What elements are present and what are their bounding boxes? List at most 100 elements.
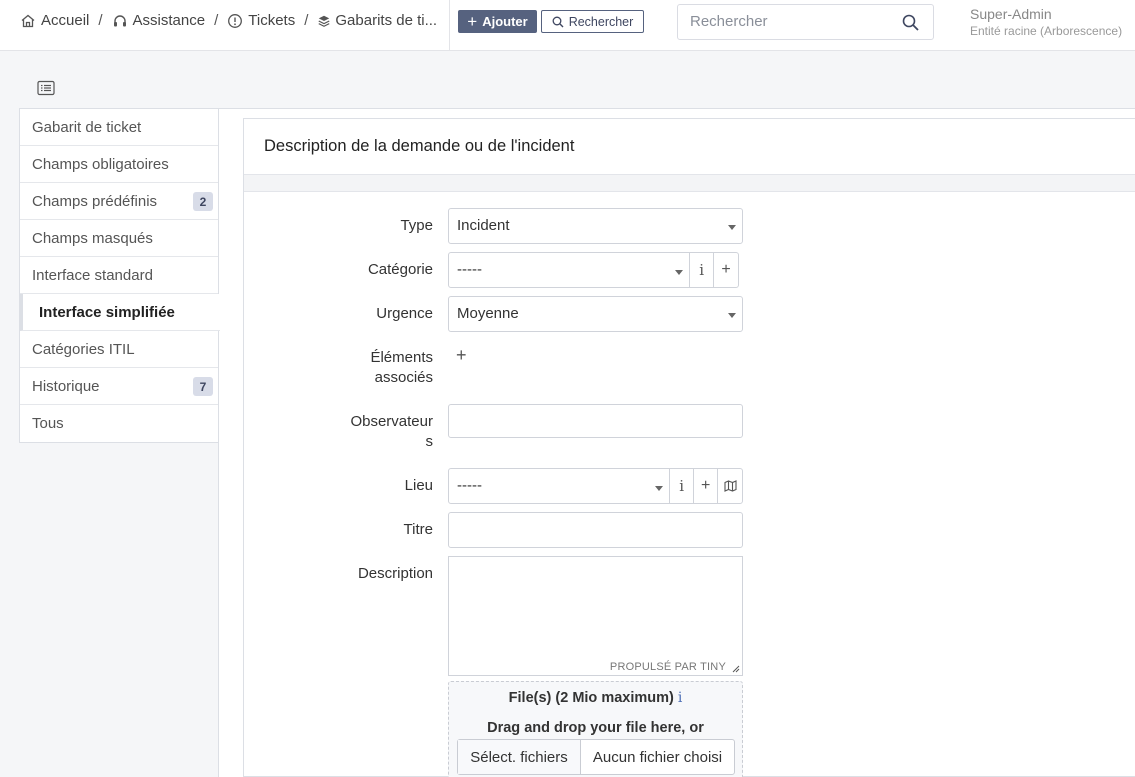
tab-champs-predefinis[interactable]: Champs prédéfinis 2: [20, 183, 218, 220]
tab-label: Historique: [32, 377, 100, 395]
category-value: -----: [457, 261, 482, 278]
breadcrumb-tickets[interactable]: Tickets: [227, 12, 295, 29]
tab-tous[interactable]: Tous: [20, 405, 218, 442]
tab-interface-simplifiee[interactable]: Interface simplifiée: [20, 294, 220, 331]
breadcrumb-home[interactable]: Accueil: [20, 12, 89, 29]
global-search: [677, 4, 934, 40]
tab-champs-masques[interactable]: Champs masqués: [20, 220, 218, 257]
add-button[interactable]: + Ajouter: [458, 10, 537, 33]
global-search-input[interactable]: [690, 13, 890, 30]
plus-icon[interactable]: +: [456, 345, 467, 366]
plus-icon: +: [467, 11, 478, 31]
breadcrumb-separator: /: [214, 12, 219, 29]
top-bar: Accueil / Assistance / Tickets / Gabarit…: [0, 0, 1135, 51]
tab-label: Tous: [32, 415, 64, 432]
tabs-sidebar: Gabarit de ticket Champs obligatoires Ch…: [19, 108, 220, 443]
tab-categories-itil[interactable]: Catégories ITIL: [20, 331, 218, 368]
category-group: ----- i +: [448, 252, 739, 288]
associated-items-label: Éléments associés: [333, 348, 433, 388]
tab-label: Champs obligatoires: [32, 155, 169, 173]
tab-label: Gabarit de ticket: [32, 118, 142, 136]
observers-input[interactable]: [448, 404, 743, 438]
observers-label-line2: s: [425, 433, 434, 450]
chevron-down-icon: [675, 270, 684, 275]
breadcrumb-separator: /: [98, 12, 103, 29]
layers-icon: [318, 15, 330, 27]
form-header-strip: [244, 175, 1135, 192]
title-input[interactable]: [448, 512, 743, 548]
observers-label: Observateur s: [333, 412, 433, 452]
map-icon-graphic: [723, 480, 737, 492]
breadcrumb-separator: /: [304, 12, 309, 29]
file-input-status: Aucun fichier choisi: [592, 748, 723, 766]
description-label: Description: [357, 565, 433, 582]
add-button-label: Ajouter: [482, 14, 528, 29]
search-button[interactable]: Rechercher: [541, 10, 644, 33]
file-dropzone-title-text: File(s) (2 Mio maximum): [508, 690, 674, 706]
home-icon: [21, 14, 35, 27]
count-badge: 7: [193, 377, 213, 396]
category-label: Catégorie: [367, 261, 433, 278]
plus-icon[interactable]: +: [694, 469, 719, 503]
description-editor[interactable]: PROPULSÉ PAR TINY: [448, 556, 743, 676]
plus-icon[interactable]: +: [714, 253, 738, 287]
choose-files-button[interactable]: Sélect. fichiers: [458, 740, 581, 774]
list-icon[interactable]: [37, 80, 55, 96]
tab-gabarit-de-ticket[interactable]: Gabarit de ticket: [20, 109, 218, 146]
search-button-label: Rechercher: [568, 14, 634, 29]
chevron-down-icon: [728, 225, 736, 230]
breadcrumb-assistance-label: Assistance: [132, 12, 206, 29]
resize-grip-icon[interactable]: [732, 665, 740, 673]
file-input[interactable]: Sélect. fichiers Aucun fichier choisi: [457, 739, 735, 775]
associated-items-label-line1: Éléments: [370, 349, 433, 366]
urgency-value: Moyenne: [457, 305, 519, 322]
user-menu[interactable]: Super-Admin Entité racine (Arborescence): [970, 6, 1122, 38]
file-dropzone[interactable]: File(s) (2 Mio maximum) i Drag and drop y…: [448, 681, 743, 777]
chevron-down-icon: [655, 486, 664, 491]
form-card: Description de la demande ou de l'incide…: [243, 118, 1135, 777]
tab-label: Champs prédéfinis: [32, 192, 158, 210]
tab-historique[interactable]: Historique 7: [20, 368, 218, 405]
file-dropzone-title: File(s) (2 Mio maximum) i: [449, 690, 742, 706]
type-select[interactable]: Incident: [448, 208, 743, 244]
location-label: Lieu: [404, 477, 433, 494]
alert-circle-icon: [228, 13, 243, 28]
file-dropzone-hint: Drag and drop your file here, or: [487, 720, 704, 736]
tab-label: Interface simplifiée: [39, 303, 175, 321]
breadcrumb-templates[interactable]: Gabarits de ti...: [317, 12, 437, 29]
urgency-label: Urgence: [376, 305, 433, 322]
breadcrumb-templates-label: Gabarits de ti...: [335, 12, 438, 29]
location-select[interactable]: -----: [449, 469, 671, 503]
info-icon[interactable]: i: [678, 690, 682, 706]
tab-champs-obligatoires[interactable]: Champs obligatoires: [20, 146, 218, 183]
breadcrumb-tickets-label: Tickets: [248, 12, 296, 29]
editor-powered-by[interactable]: PROPULSÉ PAR TINY: [610, 661, 726, 673]
tab-interface-standard[interactable]: Interface standard: [20, 257, 218, 294]
info-icon[interactable]: i: [690, 253, 715, 287]
breadcrumb: Accueil / Assistance / Tickets / Gabarit…: [20, 12, 437, 29]
map-icon[interactable]: [718, 469, 742, 503]
location-value: -----: [457, 477, 482, 494]
urgency-select[interactable]: Moyenne: [448, 296, 743, 332]
tab-label: Catégories ITIL: [32, 340, 135, 358]
location-group: ----- i +: [448, 468, 743, 504]
tab-label: Champs masqués: [32, 229, 153, 247]
info-icon[interactable]: i: [670, 469, 695, 503]
form-title: Description de la demande ou de l'incide…: [244, 119, 1135, 175]
headset-icon: [113, 14, 126, 26]
search-icon: [552, 16, 564, 27]
count-badge: 2: [193, 192, 213, 211]
type-value: Incident: [457, 217, 510, 234]
title-label: Titre: [403, 521, 433, 538]
category-select[interactable]: -----: [449, 253, 691, 287]
observers-label-line1: Observateur: [350, 413, 433, 430]
search-icon[interactable]: [902, 14, 919, 31]
chevron-down-icon: [728, 313, 736, 318]
type-label: Type: [400, 217, 433, 234]
associated-items-label-line2: associés: [374, 369, 433, 386]
tab-label: Interface standard: [32, 266, 153, 284]
user-name: Super-Admin: [970, 6, 1052, 22]
breadcrumb-assistance[interactable]: Assistance: [112, 12, 206, 29]
header-divider: [449, 0, 450, 50]
user-entity: Entité racine (Arborescence): [970, 24, 1123, 38]
